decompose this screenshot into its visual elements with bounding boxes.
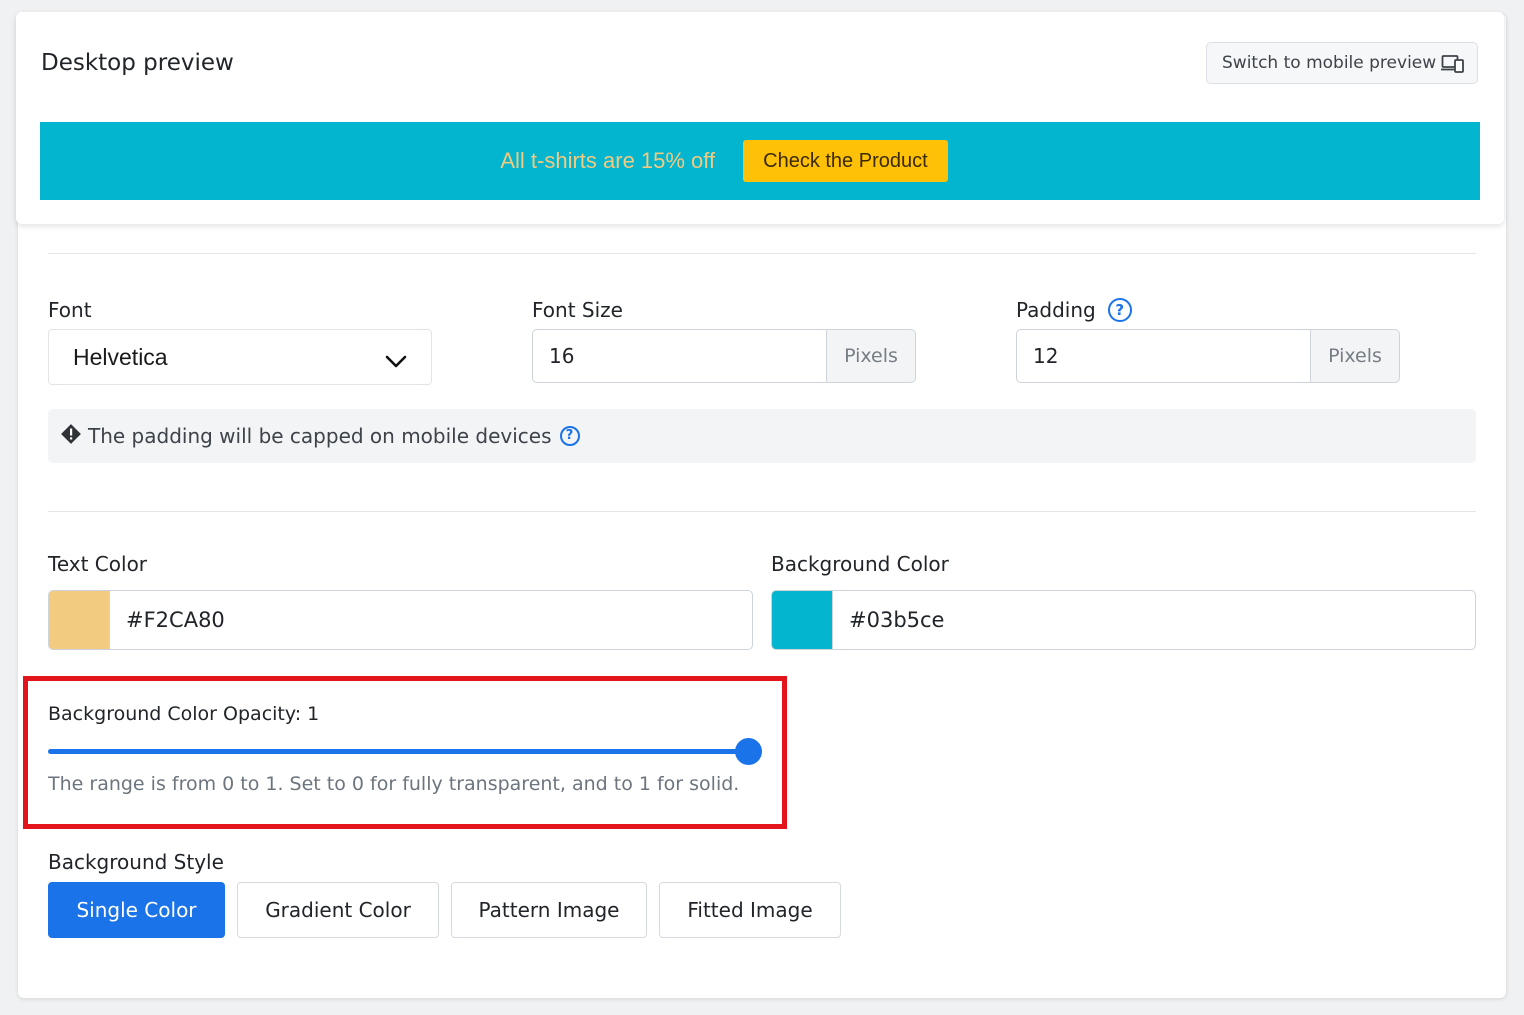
- banner-text: All t-shirts are 15% off: [500, 148, 716, 173]
- padding-unit: Pixels: [1310, 330, 1399, 382]
- opacity-help-text: The range is from 0 to 1. Set to 0 for f…: [48, 773, 740, 795]
- single-color-button[interactable]: Single Color: [48, 882, 225, 938]
- help-icon[interactable]: ?: [559, 426, 580, 446]
- help-icon[interactable]: ?: [1107, 298, 1132, 322]
- devices-icon: [1441, 54, 1465, 79]
- preview-title: Desktop preview: [41, 50, 234, 76]
- opacity-slider-thumb[interactable]: [735, 738, 762, 765]
- text-color-swatch[interactable]: [49, 591, 110, 649]
- padding-input[interactable]: 12: [1017, 330, 1310, 382]
- padding-label-row: Padding ?: [1016, 298, 1132, 322]
- switch-label: Switch to mobile preview: [1222, 53, 1437, 73]
- divider: [48, 511, 1476, 512]
- text-color-input[interactable]: #F2CA80: [110, 591, 752, 649]
- divider: [48, 253, 1476, 254]
- announcement-banner-preview: All t-shirts are 15% off Check the Produ…: [40, 122, 1480, 200]
- preview-card: Desktop preview Switch to mobile preview…: [16, 12, 1504, 224]
- font-label: Font: [48, 298, 92, 322]
- banner-cta-button[interactable]: Check the Product: [743, 140, 948, 182]
- warning-diamond-icon: [60, 423, 82, 450]
- pattern-image-button[interactable]: Pattern Image: [451, 882, 647, 938]
- font-size-input-group: 16 Pixels: [532, 329, 916, 383]
- background-color-input[interactable]: #03b5ce: [833, 591, 1475, 649]
- background-color-picker: #03b5ce: [771, 590, 1476, 650]
- padding-input-group: 12 Pixels: [1016, 329, 1400, 383]
- opacity-label: Background Color Opacity: 1: [48, 703, 320, 725]
- font-select-value: Helvetica: [73, 343, 168, 370]
- notice-text: The padding will be capped on mobile dev…: [88, 424, 552, 448]
- fitted-image-button[interactable]: Fitted Image: [659, 882, 841, 938]
- opacity-slider-track[interactable]: [48, 749, 748, 754]
- padding-notice: The padding will be capped on mobile dev…: [48, 409, 1476, 463]
- background-style-label: Background Style: [48, 850, 224, 874]
- font-size-input[interactable]: 16: [533, 330, 826, 382]
- gradient-color-button[interactable]: Gradient Color: [237, 882, 439, 938]
- text-color-label: Text Color: [48, 552, 148, 576]
- text-color-picker: #F2CA80: [48, 590, 753, 650]
- font-select[interactable]: Helvetica: [48, 329, 432, 385]
- font-size-label: Font Size: [532, 298, 623, 322]
- padding-label: Padding: [1016, 298, 1096, 322]
- font-size-unit: Pixels: [826, 330, 915, 382]
- background-color-swatch[interactable]: [772, 591, 833, 649]
- background-color-label: Background Color: [771, 552, 949, 576]
- chevron-down-icon: [385, 348, 407, 375]
- switch-to-mobile-preview-button[interactable]: Switch to mobile preview: [1206, 42, 1478, 84]
